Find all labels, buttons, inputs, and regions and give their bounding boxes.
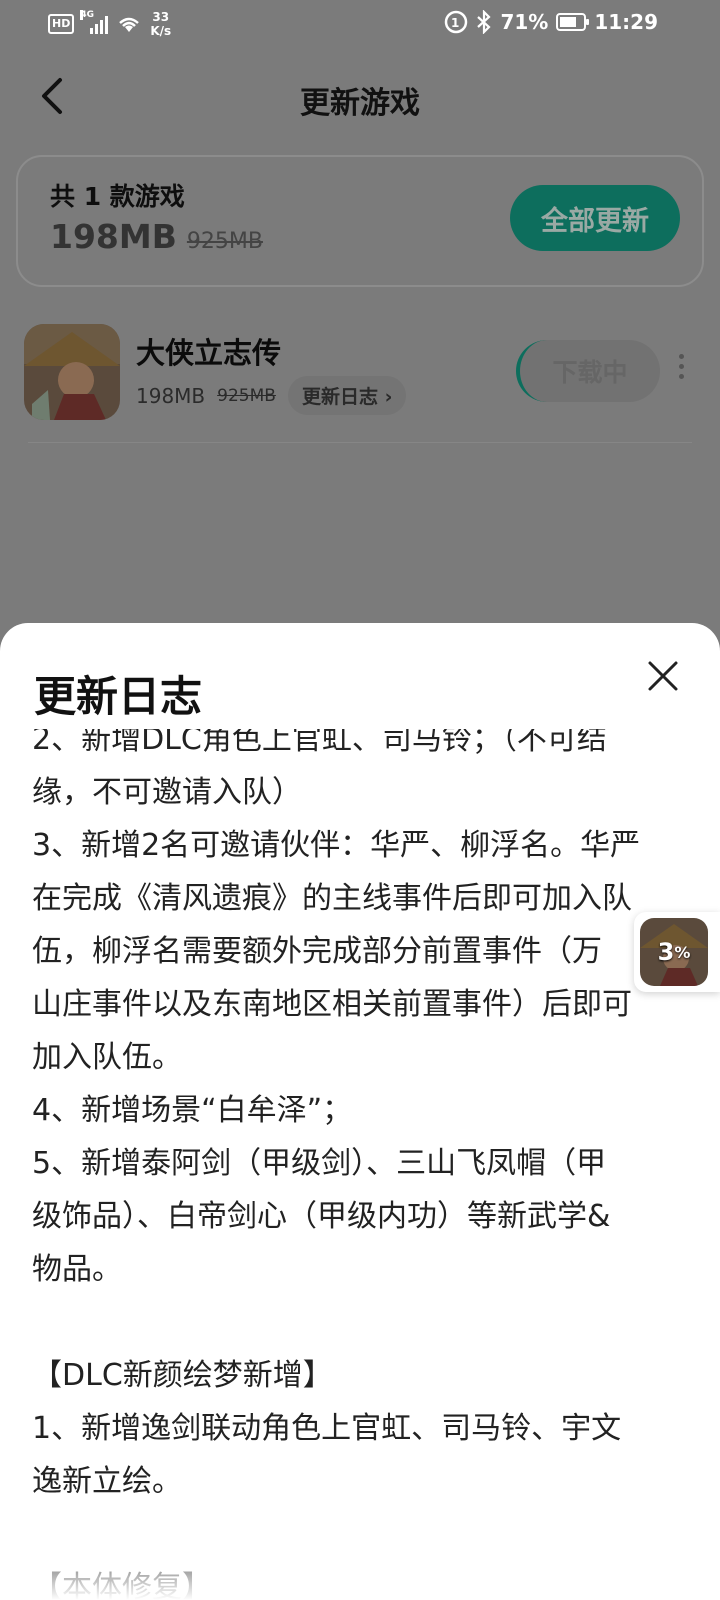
downloading-button[interactable]: 下载中 <box>516 340 660 402</box>
divider <box>28 442 692 443</box>
update-summary-card: 共 1 款游戏 198MB 925MB 全部更新 <box>16 155 704 287</box>
svg-text:1: 1 <box>451 16 459 30</box>
changelog-line: 在完成《清风遗痕》的主线事件后即可加入队 <box>32 881 632 916</box>
game-size-new: 198MB <box>136 383 206 408</box>
changelog-line: 3、新增2名可邀请伙伴：华严、柳浮名。华严 <box>32 828 641 863</box>
hd-indicator: HD <box>48 14 75 34</box>
update-all-button[interactable]: 全部更新 <box>510 185 680 251</box>
changelog-line: 1、新增逸剑联动角色上官虹、司马铃、宇文 <box>32 1411 622 1446</box>
close-icon[interactable] <box>646 659 680 693</box>
status-right: 1 71% 11:29 <box>444 10 658 34</box>
status-left: HD 4G 33 K/s <box>48 10 171 38</box>
game-size-old: 925MB <box>217 385 276 406</box>
game-name: 大侠立志传 <box>136 336 282 370</box>
data-saver-icon: 1 <box>445 10 468 34</box>
battery-level <box>560 17 576 27</box>
bluetooth-icon <box>477 10 492 34</box>
more-options-icon[interactable] <box>676 354 686 384</box>
changelog-line: 山庄事件以及东南地区相关前置事件）后即可 <box>32 987 632 1022</box>
changelog-line <box>32 1296 684 1349</box>
game-count: 共 1 款游戏 <box>50 182 185 211</box>
changelog-line: 4、新增场景“白牟泽”； <box>32 1093 353 1128</box>
changelog-line: 2、新增DLC角色上官虹、司马铃；（不可结 <box>32 729 607 757</box>
battery-icon <box>556 13 590 31</box>
changelog-lines: 2、新增DLC角色上官虹、司马铃；（不可结缘，不可邀请入队） 3、新增2名可邀请伙… <box>32 729 684 1600</box>
changelog-line: 伍，柳浮名需要额外完成部分前置事件（万 <box>32 934 602 969</box>
changelog-sheet: 更新日志 2、新增DLC角色上官虹、司马铃；（不可结缘，不可邀请入队） 3、新增2… <box>0 623 720 1600</box>
bottom-fade <box>0 1530 720 1600</box>
cellular-signal-icon: 4G <box>80 10 109 34</box>
progress-percent: 3% <box>640 918 708 986</box>
wifi-icon <box>119 17 140 32</box>
changelog-line: 物品。 <box>32 1252 122 1287</box>
speed-unit: K/s <box>150 24 172 38</box>
progress-value: 3 <box>657 938 675 966</box>
summary-size-old: 925MB <box>186 229 263 254</box>
game-icon[interactable] <box>24 324 120 420</box>
game-size: 198MB 925MB 更新日志 › <box>136 376 407 415</box>
changelog-link[interactable]: 更新日志 › <box>287 376 407 415</box>
changelog-line: 加入队伍。 <box>32 1040 182 1075</box>
network-speed: 33 K/s <box>150 10 171 38</box>
page-title: 更新游戏 <box>300 86 420 121</box>
changelog-line: 逸新立绘。 <box>32 1464 182 1499</box>
status-bar: HD 4G 33 K/s 1 71% 11:29 <box>0 0 720 48</box>
changelog-line: 缘，不可邀请入队） <box>32 775 302 810</box>
speed-value: 33 <box>152 10 170 24</box>
battery-percent: 71% <box>500 10 549 34</box>
top-bar: 更新游戏 <box>0 60 720 132</box>
chevron-right-icon: › <box>384 386 393 408</box>
changelog-line: 级饰品）、白帝剑心（甲级内功）等新武学& <box>32 1199 611 1234</box>
summary-size-new: 198MB <box>50 217 177 256</box>
game-list-item[interactable]: 大侠立志传 198MB 925MB 更新日志 › 下载中 <box>0 320 720 440</box>
sheet-title: 更新日志 <box>34 672 203 721</box>
network-type: 4G <box>80 10 94 20</box>
changelog-content[interactable]: 2、新增DLC角色上官虹、司马铃；（不可结缘，不可邀请入队） 3、新增2名可邀请伙… <box>32 729 684 1600</box>
floating-download-progress[interactable]: 3% <box>634 912 720 992</box>
changelog-label: 更新日志 <box>301 386 378 408</box>
changelog-line: 5、新增泰阿剑（甲级剑）、三山飞凤帽（甲 <box>32 1146 607 1181</box>
clock: 11:29 <box>594 10 658 34</box>
changelog-line: 【DLC新颜绘梦新增】 <box>32 1358 333 1393</box>
progress-unit: % <box>674 942 691 962</box>
summary-size: 198MB 925MB <box>50 217 263 256</box>
